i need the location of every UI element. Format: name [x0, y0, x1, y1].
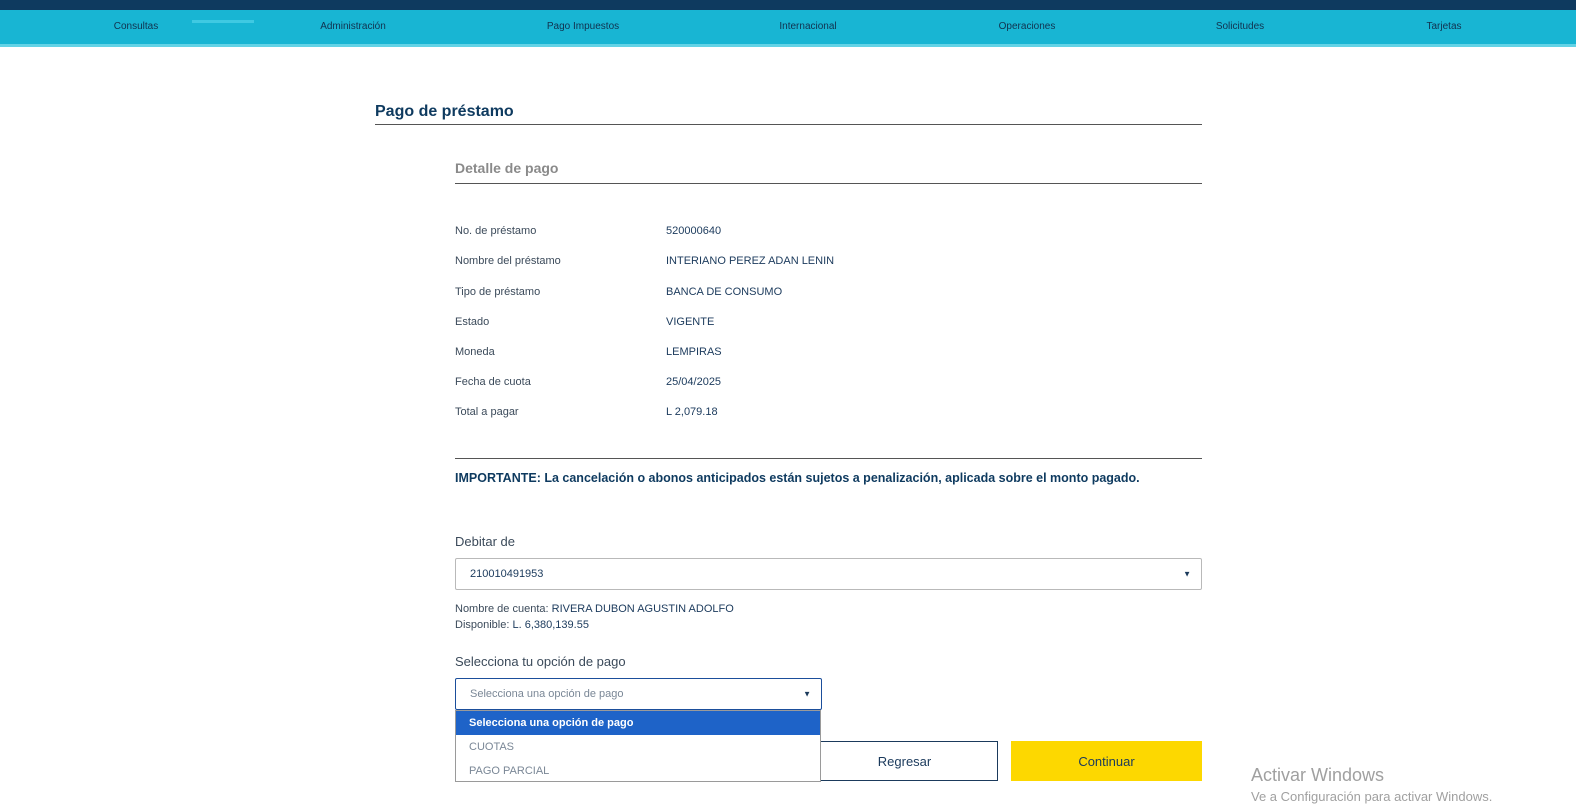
nav-item-solicitudes[interactable]: Solicitudes — [1216, 21, 1264, 32]
detail-label: Nombre del préstamo — [455, 255, 561, 267]
important-notice: IMPORTANTE: La cancelación o abonos anti… — [455, 471, 1140, 485]
detail-row-loan-name: Nombre del préstamo INTERIANO PEREZ ADAN… — [455, 255, 1202, 271]
detail-row-currency: Moneda LEMPIRAS — [455, 346, 1202, 362]
nav-bottom-stripe — [0, 44, 1576, 47]
continue-button[interactable]: Continuar — [1011, 741, 1202, 781]
detail-value: INTERIANO PEREZ ADAN LENIN — [666, 255, 835, 267]
detail-row-total: Total a pagar L 2,079.18 — [455, 406, 1202, 422]
available-label: Disponible: — [455, 619, 510, 631]
account-name-label: Nombre de cuenta: — [455, 603, 549, 615]
main-nav: Consultas Administración Pago Impuestos … — [0, 10, 1576, 46]
dropdown-option-placeholder[interactable]: Selecciona una opción de pago — [456, 711, 820, 735]
dropdown-option-cuotas[interactable]: CUOTAS — [456, 735, 820, 759]
available-line: Disponible: L. 6,380,139.55 — [455, 619, 589, 631]
payment-option-select[interactable]: Selecciona una opción de pago ▼ — [455, 678, 822, 710]
available-value: L. 6,380,139.55 — [512, 619, 589, 631]
page-title: Pago de préstamo — [375, 103, 514, 120]
debit-label: Debitar de — [455, 534, 515, 549]
detail-label: Fecha de cuota — [455, 376, 531, 388]
detail-value: 520000640 — [666, 225, 722, 237]
detail-label: No. de préstamo — [455, 225, 537, 237]
caret-down-icon: ▼ — [1183, 569, 1191, 579]
nav-item-pago-impuestos[interactable]: Pago Impuestos — [547, 21, 619, 32]
nav-item-consultas[interactable]: Consultas — [114, 21, 158, 32]
account-name-value: RIVERA DUBON AGUSTIN ADOLFO — [551, 603, 734, 615]
detail-row-loan-type: Tipo de préstamo BANCA DE CONSUMO — [455, 286, 1202, 302]
detail-label: Total a pagar — [455, 406, 519, 418]
windows-activation-title: Activar Windows — [1251, 765, 1385, 785]
detail-label: Moneda — [455, 346, 495, 358]
nav-active-indicator — [192, 20, 254, 23]
nav-item-tarjetas[interactable]: Tarjetas — [1426, 21, 1461, 32]
title-divider — [375, 124, 1202, 125]
payment-option-placeholder: Selecciona una opción de pago — [470, 688, 624, 700]
section-title: Detalle de pago — [455, 160, 559, 176]
detail-label: Estado — [455, 316, 490, 328]
windows-activation-subtitle: Ve a Configuración para activar Windows. — [1251, 789, 1493, 804]
detail-value: 25/04/2025 — [666, 376, 722, 388]
detail-value: LEMPIRAS — [666, 346, 722, 358]
debit-account-select[interactable]: 210010491953 ▼ — [455, 558, 1202, 590]
detail-label: Tipo de préstamo — [455, 286, 541, 298]
detail-row-loan-number: No. de préstamo 520000640 — [455, 225, 1202, 241]
debit-account-value: 210010491953 — [470, 568, 544, 580]
detail-value: VIGENTE — [666, 316, 715, 328]
important-divider — [455, 458, 1202, 459]
top-dark-bar — [0, 0, 1576, 10]
account-name-line: Nombre de cuenta: RIVERA DUBON AGUSTIN A… — [455, 603, 734, 615]
payment-option-label: Selecciona tu opción de pago — [455, 654, 626, 669]
nav-item-internacional[interactable]: Internacional — [779, 21, 836, 32]
nav-item-administracion[interactable]: Administración — [320, 21, 386, 32]
detail-value: L 2,079.18 — [666, 406, 718, 418]
nav-item-operaciones[interactable]: Operaciones — [999, 21, 1056, 32]
section-divider — [455, 183, 1202, 184]
caret-down-icon: ▼ — [803, 689, 811, 699]
detail-row-due-date: Fecha de cuota 25/04/2025 — [455, 376, 1202, 392]
back-button[interactable]: Regresar — [811, 741, 998, 781]
detail-value: BANCA DE CONSUMO — [666, 286, 783, 298]
dropdown-option-pago-parcial[interactable]: PAGO PARCIAL — [456, 759, 820, 783]
detail-row-status: Estado VIGENTE — [455, 316, 1202, 332]
payment-option-dropdown: Selecciona una opción de pago CUOTAS PAG… — [455, 710, 821, 782]
